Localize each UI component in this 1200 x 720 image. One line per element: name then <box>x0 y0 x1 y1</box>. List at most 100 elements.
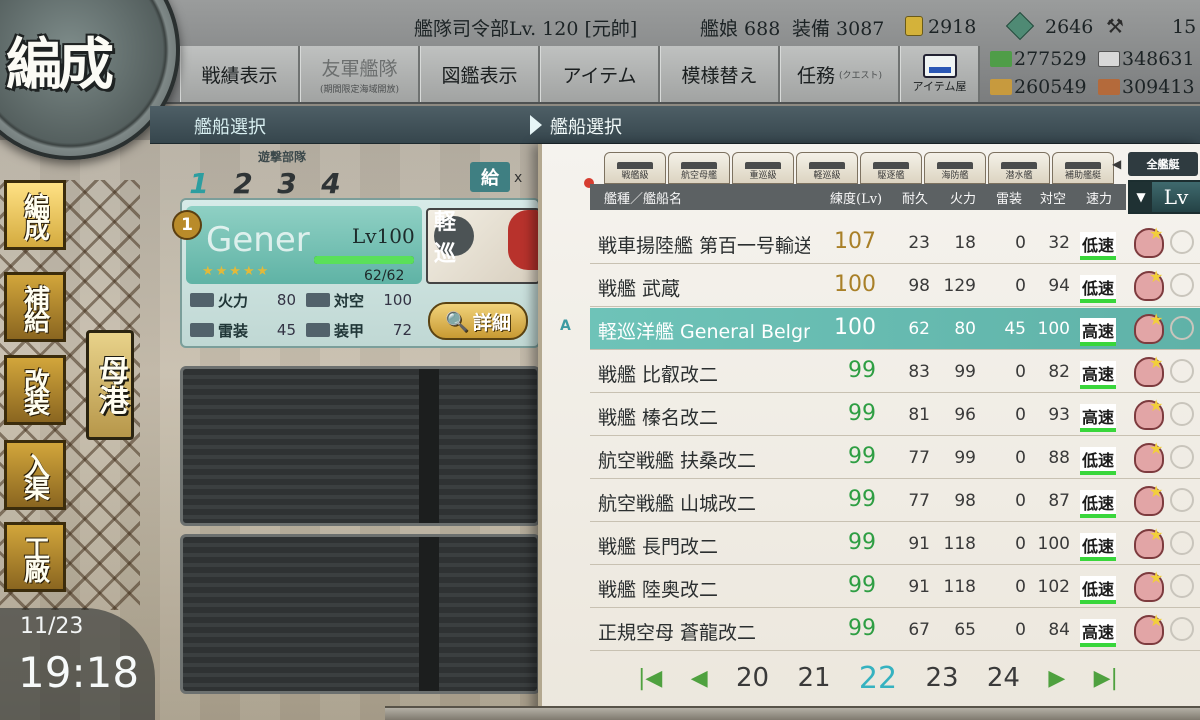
page-24[interactable]: 24 <box>987 663 1020 693</box>
portrait-hair <box>508 210 538 270</box>
stat-value: 80 <box>276 291 296 309</box>
nav-friend-fleet-button[interactable]: 友軍艦隊 (期間限定海域開放) <box>300 46 420 102</box>
lock-heart-icon[interactable] <box>1134 353 1164 387</box>
dev-material-icon <box>1005 11 1035 41</box>
ship-list-antiair: 100 <box>1037 534 1070 554</box>
page-23[interactable]: 23 <box>925 663 958 693</box>
page-22-current[interactable]: 22 <box>859 661 897 696</box>
filter-tab-light-cruiser[interactable]: 軽巡級 <box>796 152 858 184</box>
ship-list-firepower: 18 <box>954 233 976 253</box>
ship-list-antiair: 93 <box>1048 405 1070 425</box>
ship-list-hp: 98 <box>908 276 930 296</box>
nav-items-button[interactable]: アイテム <box>540 46 660 102</box>
fleet-tab-4[interactable]: 4 <box>312 166 350 200</box>
detail-button[interactable]: 🔍 詳細 <box>428 302 528 340</box>
quick-supply-button[interactable]: 給 <box>470 162 510 192</box>
lock-heart-icon[interactable] <box>1134 525 1164 559</box>
lock-heart-icon[interactable] <box>1134 310 1164 344</box>
filter-tab-battleship[interactable]: 戦艦級 <box>604 152 666 184</box>
ammo-icon <box>1098 51 1120 67</box>
nav-encyclopedia-button[interactable]: 図鑑表示 <box>420 46 540 102</box>
ship-list-hp: 91 <box>908 577 930 597</box>
lock-heart-icon[interactable] <box>1134 611 1164 645</box>
equipment-ring-icon <box>1170 445 1194 469</box>
ship-list-row[interactable]: 戦艦 比叡改二 99 83 99 0 82 高速 <box>590 351 1200 393</box>
sort-button[interactable]: ▼ Lv <box>1128 180 1200 214</box>
lock-heart-icon[interactable] <box>1134 224 1164 258</box>
ship-list-row[interactable]: A 軽巡洋艦 General Belgr 100 62 80 45 100 高速 <box>560 308 1200 350</box>
ship-list-row[interactable]: 戦艦 陸奥改二 99 91 118 0 102 低速 <box>590 566 1200 608</box>
ship-slot-1[interactable]: 1 Gener Lv100 ★★★★★ 62/62 軽巡 火力 80 対空 100 … <box>172 198 540 348</box>
nav-quests-button[interactable]: 任務 (クエスト) <box>780 46 900 102</box>
home-port-button[interactable]: 母港 <box>86 330 134 440</box>
page-21[interactable]: 21 <box>797 663 830 693</box>
sort-label: Lv <box>1163 185 1189 209</box>
ship-list-hp: 91 <box>908 534 930 554</box>
sort-dropdown-icon: ▼ <box>1130 182 1152 212</box>
ship-list-hp: 77 <box>908 448 930 468</box>
steel-icon <box>990 79 1012 95</box>
fleet-tab-2[interactable]: 2 <box>224 166 262 200</box>
ship-list-firepower: 99 <box>954 362 976 382</box>
nav-item-shop-button[interactable]: アイテム屋 <box>900 46 980 102</box>
left-section-title: 艦船選択 <box>194 117 266 138</box>
nav-furniture-button[interactable]: 模様替え <box>660 46 780 102</box>
sidebar-item-arsenal[interactable]: 工廠 <box>4 522 66 592</box>
ship-list-row[interactable]: 戦艦 武蔵 100 98 129 0 94 低速 <box>590 265 1200 307</box>
ship-list-row[interactable]: 戦車揚陸艦 第百一号輸送 107 23 18 0 32 低速 <box>590 222 1200 264</box>
filter-tab-submarine[interactable]: 潜水艦 <box>988 152 1050 184</box>
ship-list-hp: 77 <box>908 491 930 511</box>
lock-heart-icon[interactable] <box>1134 568 1164 602</box>
ship-list-speed: 低速 <box>1080 232 1117 260</box>
sidebar-item-organize[interactable]: 編成 <box>4 180 66 250</box>
bucket-icon <box>905 16 923 36</box>
ship-list-row[interactable]: 航空戦艦 山城改二 99 77 98 0 87 低速 <box>590 480 1200 522</box>
hp-bar-fill <box>314 256 414 264</box>
empty-ship-slot-3[interactable] <box>180 534 540 694</box>
stat-label: 火力 <box>218 291 249 310</box>
ship-list-row[interactable]: 戦艦 長門改二 99 91 118 0 100 低速 <box>590 523 1200 565</box>
fleet-tab-1[interactable]: 1 <box>180 166 218 200</box>
sidebar-item-resupply[interactable]: 補給 <box>4 272 66 342</box>
sidebar-item-repair[interactable]: 入渠 <box>4 440 66 510</box>
nav-label: 任務 <box>796 64 835 87</box>
sidebar-item-remodel[interactable]: 改装 <box>4 355 66 425</box>
filter-tab-escort[interactable]: 海防艦 <box>924 152 986 184</box>
lock-heart-icon[interactable] <box>1134 396 1164 430</box>
ship-list-level: 99 <box>848 358 876 383</box>
ship-list-level: 99 <box>848 616 876 641</box>
top-navigation: 戦績表示 友軍艦隊 (期間限定海域開放) 図鑑表示 アイテム 模様替え 任務 (クエ… <box>180 46 980 102</box>
ship-list-speed: 高速 <box>1080 404 1117 432</box>
page-20[interactable]: 20 <box>736 663 769 693</box>
next-page-button[interactable]: ▶ <box>1048 666 1065 691</box>
ship-list-row[interactable]: 正規空母 蒼龍改二 99 67 65 0 84 高速 <box>590 609 1200 651</box>
nav-records-button[interactable]: 戦績表示 <box>180 46 300 102</box>
filter-tab-carrier[interactable]: 航空母艦 <box>668 152 730 184</box>
equipment-ring-icon <box>1170 488 1194 512</box>
filter-tab-auxiliary[interactable]: 補助艦艇 <box>1052 152 1114 184</box>
nav-sublabel: (期間限定海域開放) <box>319 84 400 95</box>
equipment-ring-icon <box>1170 273 1194 297</box>
nav-label: アイテム屋 <box>912 80 967 93</box>
ship-list-torpedo: 0 <box>1015 491 1026 511</box>
ship-list-antiair: 102 <box>1037 577 1070 597</box>
empty-ship-slot-2[interactable] <box>180 366 540 526</box>
ship-list-row[interactable]: 航空戦艦 扶桑改二 99 77 99 0 88 低速 <box>590 437 1200 479</box>
fleet-tab-3[interactable]: 3 <box>268 166 306 200</box>
lock-heart-icon[interactable] <box>1134 439 1164 473</box>
lock-heart-icon[interactable] <box>1134 267 1164 301</box>
last-page-button[interactable]: ▶| <box>1094 666 1118 691</box>
col-torpedo: 雷装 <box>996 192 1023 207</box>
fuel-icon <box>990 51 1012 67</box>
filter-tab-heavy-cruiser[interactable]: 重巡級 <box>732 152 794 184</box>
ship-list-speed: 高速 <box>1080 619 1117 647</box>
detail-label: 詳細 <box>472 311 511 334</box>
filter-tab-destroyer[interactable]: 駆逐艦 <box>860 152 922 184</box>
torpedo-icon <box>190 323 214 337</box>
all-ships-button[interactable]: 全艦艇 <box>1112 152 1198 176</box>
prev-page-button[interactable]: ◀ <box>691 666 708 691</box>
ship-list-row[interactable]: 戦艦 榛名改二 99 81 96 0 93 高速 <box>590 394 1200 436</box>
first-page-button[interactable]: |◀ <box>638 666 662 691</box>
lock-heart-icon[interactable] <box>1134 482 1164 516</box>
equipment-ring-icon <box>1170 230 1194 254</box>
